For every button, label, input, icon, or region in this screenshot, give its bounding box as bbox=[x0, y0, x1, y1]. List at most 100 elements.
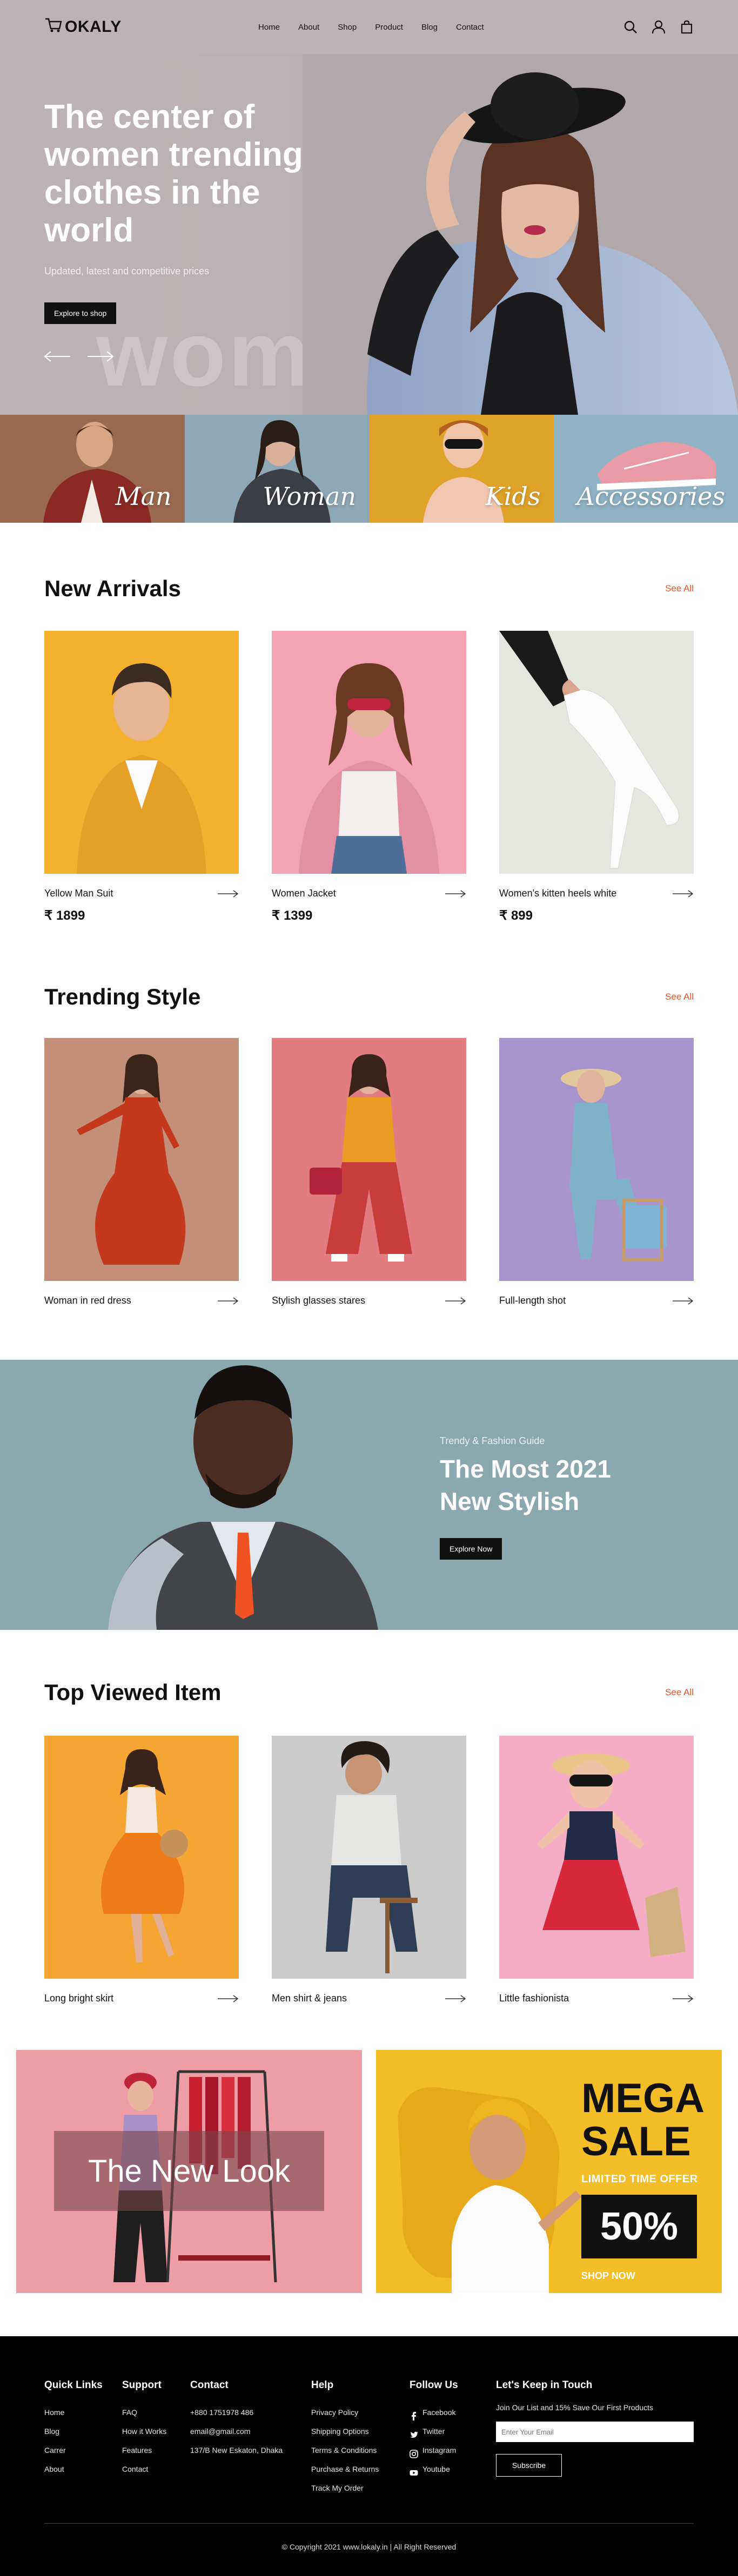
product-image[interactable] bbox=[44, 631, 239, 874]
product-image[interactable] bbox=[499, 1736, 694, 1979]
arrow-right-icon[interactable] bbox=[217, 1297, 239, 1305]
product-card[interactable]: Long bright skirt bbox=[44, 1736, 239, 2004]
category-accessories-label: Accessories bbox=[576, 482, 725, 511]
search-icon[interactable] bbox=[623, 20, 638, 34]
product-image[interactable] bbox=[499, 1038, 694, 1281]
trending-see-all-link[interactable]: See All bbox=[665, 992, 694, 1002]
shop-now-link[interactable]: SHOP NOW bbox=[581, 2270, 635, 2282]
social-youtube[interactable]: Youtube bbox=[410, 2460, 458, 2479]
nav-link-about[interactable]: About bbox=[298, 23, 319, 32]
arrow-right-icon[interactable] bbox=[672, 889, 694, 898]
user-icon[interactable] bbox=[652, 20, 666, 34]
hero-slider-controls bbox=[43, 350, 115, 363]
product-price: ₹ 899 bbox=[499, 908, 533, 923]
mega-sale-promo[interactable]: MEGA SALE LIMITED TIME OFFER 50% SHOP NOW bbox=[376, 2050, 722, 2293]
nav-link-product[interactable]: Product bbox=[375, 23, 403, 32]
social-instagram[interactable]: Instagram bbox=[410, 2441, 458, 2460]
footer-link[interactable]: Terms & Conditions bbox=[311, 2441, 379, 2460]
product-card[interactable]: Woman in red dress bbox=[44, 1038, 239, 1306]
product-image[interactable] bbox=[272, 1038, 466, 1281]
trending-list: Woman in red dress Stylish glasses stare… bbox=[44, 1038, 694, 1306]
category-kids-label: Kids bbox=[485, 482, 541, 511]
footer-link[interactable]: Privacy Policy bbox=[311, 2403, 379, 2422]
footer-link[interactable]: Track My Order bbox=[311, 2479, 379, 2498]
new-arrivals-list: Yellow Man Suit ₹ 1899 Women Jacket ₹ 13… bbox=[44, 631, 694, 923]
banner-model-image bbox=[108, 1365, 378, 1630]
cart-logo-icon bbox=[44, 17, 63, 37]
twitter-icon bbox=[410, 2427, 418, 2438]
product-name: Women Jacket bbox=[272, 888, 336, 899]
contact-email[interactable]: email@gmail.com bbox=[190, 2422, 283, 2441]
product-card[interactable]: Little fashionista bbox=[499, 1736, 694, 2004]
category-woman-label: Woman bbox=[263, 482, 356, 511]
top-navigation: OKALY Home About Shop Product Blog Conta… bbox=[0, 0, 738, 54]
footer: Quick Links Home Blog Carrer About Suppo… bbox=[0, 2336, 738, 2576]
footer-link[interactable]: Contact bbox=[122, 2460, 166, 2479]
subscribe-button[interactable]: Subscribe bbox=[496, 2454, 562, 2477]
product-image[interactable] bbox=[499, 631, 694, 874]
product-image[interactable] bbox=[44, 1038, 239, 1281]
category-accessories[interactable]: Accessories bbox=[553, 415, 738, 523]
footer-heading: Let's Keep in Touch bbox=[496, 2379, 593, 2391]
footer-quick-links: Quick Links Home Blog Carrer About bbox=[44, 2379, 103, 2479]
arrow-right-icon[interactable] bbox=[217, 1994, 239, 2003]
category-man-label: Man bbox=[115, 482, 172, 511]
product-name: Yellow Man Suit bbox=[44, 888, 113, 899]
category-man[interactable]: Man bbox=[0, 415, 185, 523]
product-name: Women's kitten heels white bbox=[499, 888, 617, 899]
footer-link[interactable]: Features bbox=[122, 2441, 166, 2460]
nav-link-blog[interactable]: Blog bbox=[421, 23, 438, 32]
product-image[interactable] bbox=[272, 1736, 466, 1979]
product-card[interactable]: Full-length shot bbox=[499, 1038, 694, 1306]
facebook-icon bbox=[410, 2409, 418, 2420]
product-card[interactable]: Women's kitten heels white ₹ 899 bbox=[499, 631, 694, 923]
social-twitter[interactable]: Twitter bbox=[410, 2422, 458, 2441]
newsletter-email-input[interactable] bbox=[496, 2422, 694, 2442]
footer-heading: Support bbox=[122, 2379, 162, 2391]
hero-title: The center of women trending clothes in … bbox=[44, 98, 303, 249]
product-card[interactable]: Women Jacket ₹ 1399 bbox=[272, 631, 466, 923]
footer-link[interactable]: How it Works bbox=[122, 2422, 166, 2441]
arrow-right-icon[interactable] bbox=[445, 889, 466, 898]
new-look-promo[interactable]: The New Look bbox=[16, 2050, 362, 2293]
nav-link-contact[interactable]: Contact bbox=[456, 23, 484, 32]
arrow-right-icon[interactable] bbox=[86, 350, 115, 363]
product-card[interactable]: Men shirt & jeans bbox=[272, 1736, 466, 2004]
footer-link[interactable]: FAQ bbox=[122, 2403, 166, 2422]
bag-icon[interactable] bbox=[680, 20, 694, 34]
nav-link-home[interactable]: Home bbox=[258, 23, 280, 32]
arrow-right-icon[interactable] bbox=[445, 1297, 466, 1305]
banner-title: The Most 2021 New Stylish bbox=[440, 1455, 611, 1515]
arrow-right-icon[interactable] bbox=[672, 1994, 694, 2003]
arrow-right-icon[interactable] bbox=[672, 1297, 694, 1305]
product-image[interactable] bbox=[44, 1736, 239, 1979]
category-woman[interactable]: Woman bbox=[184, 415, 369, 523]
arrow-left-icon[interactable] bbox=[43, 350, 71, 363]
youtube-icon bbox=[410, 2465, 418, 2476]
new-look-text: The New Look bbox=[88, 2153, 290, 2189]
hero-subtitle: Updated, latest and competitive prices bbox=[44, 266, 210, 277]
product-name: Full-length shot bbox=[499, 1295, 566, 1306]
logo[interactable]: OKALY bbox=[44, 17, 206, 37]
footer-link[interactable]: About bbox=[44, 2460, 103, 2479]
footer-link[interactable]: Purchase & Returns bbox=[311, 2460, 379, 2479]
arrow-right-icon[interactable] bbox=[217, 889, 239, 898]
social-facebook[interactable]: Facebook bbox=[410, 2403, 458, 2422]
newsletter-subtitle: Join Our List and 15% Save Our First Pro… bbox=[496, 2403, 654, 2412]
explore-to-shop-button[interactable]: Explore to shop bbox=[44, 302, 117, 324]
product-card[interactable]: Stylish glasses stares bbox=[272, 1038, 466, 1306]
footer-link[interactable]: Shipping Options bbox=[311, 2422, 379, 2441]
nav-link-shop[interactable]: Shop bbox=[338, 23, 357, 32]
explore-now-button[interactable]: Explore Now bbox=[440, 1538, 502, 1560]
top-viewed-see-all-link[interactable]: See All bbox=[665, 1687, 694, 1698]
footer-link[interactable]: Carrer bbox=[44, 2441, 103, 2460]
new-arrivals-see-all-link[interactable]: See All bbox=[665, 583, 694, 594]
product-image[interactable] bbox=[272, 631, 466, 874]
footer-heading: Quick Links bbox=[44, 2379, 103, 2391]
product-price: ₹ 1399 bbox=[272, 908, 313, 923]
footer-link[interactable]: Home bbox=[44, 2403, 103, 2422]
product-card[interactable]: Yellow Man Suit ₹ 1899 bbox=[44, 631, 239, 923]
category-kids[interactable]: Kids bbox=[369, 415, 554, 523]
footer-link[interactable]: Blog bbox=[44, 2422, 103, 2441]
arrow-right-icon[interactable] bbox=[445, 1994, 466, 2003]
